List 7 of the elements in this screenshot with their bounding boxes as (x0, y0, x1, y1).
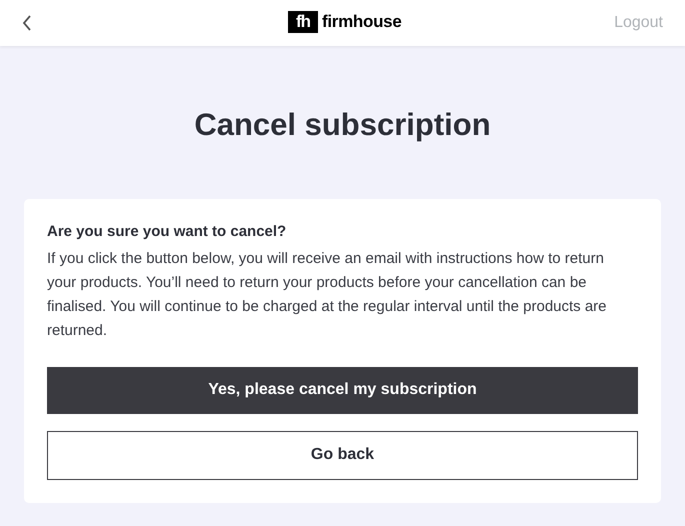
go-back-button[interactable]: Go back (47, 430, 638, 480)
card-heading: Are you sure you want to cancel? (47, 222, 288, 242)
logo-mark: fh (288, 10, 318, 33)
page-title: Cancel subscription (193, 106, 492, 144)
card-text: If you click the button below, you will receive an email with instructions how to return your products. You’ll need to return your products before your cancellation can be finalised. You will continue to be charged at the regular interval until the products are returned. (47, 248, 608, 340)
cancel-subscription-button[interactable]: Yes, please cancel my subscription (47, 366, 638, 414)
logo-text: firmhouse (322, 11, 402, 33)
